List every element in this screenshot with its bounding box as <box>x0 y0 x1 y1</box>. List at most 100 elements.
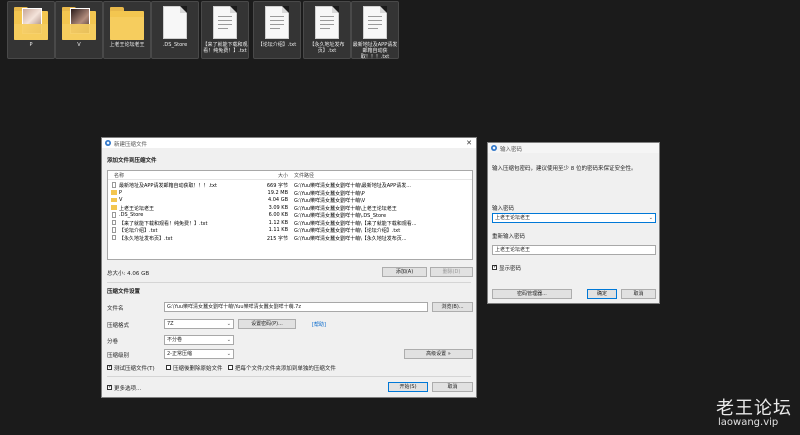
text-file-icon <box>315 6 339 39</box>
file-size: 1.12 KB <box>268 219 288 226</box>
dialog-titlebar: ◆ 输入密码 <box>488 143 659 153</box>
file-list[interactable]: 名称 大小 文件路径 最新地址及APP请发邮箱自动获取！！！.txt 669 字… <box>107 170 473 260</box>
set-password-button[interactable]: 设置密码(P)... <box>238 319 296 329</box>
level-select[interactable]: 2-正常压缩 ⌄ <box>164 349 234 359</box>
file-size: 215 字节 <box>266 235 288 242</box>
file-icon <box>112 234 116 240</box>
chevron-down-icon[interactable]: ⌄ <box>649 214 653 222</box>
total-size: 总大小: 4.06 GB <box>107 271 150 277</box>
desktop-folder-laowang[interactable]: 上老王论坛老王 <box>103 1 151 59</box>
split-value: 不分卷 <box>167 337 183 343</box>
desktop-item-label: 【来了就能下载和观看！纯免费！】.txt <box>202 42 248 54</box>
enter-password-label: 输入密码 <box>492 206 515 212</box>
start-button[interactable]: 开始(S) <box>388 382 428 392</box>
desktop-folder-v[interactable]: V <box>55 1 103 59</box>
format-label: 压缩格式 <box>107 323 130 329</box>
level-value: 2-正常压缩 <box>167 351 192 357</box>
show-password-label: 显示密码 <box>499 266 522 272</box>
file-path: G:\Yuu樂咩清女蠶女劉咩十萌\【永久地址发布页... <box>294 235 407 242</box>
app-icon: ◆ <box>491 145 497 151</box>
app-icon: ◆ <box>105 140 111 146</box>
column-path[interactable]: 文件路径 <box>294 172 314 179</box>
advanced-settings-button[interactable]: 高级设置 » <box>404 349 473 359</box>
desktop-item-label: 上老王论坛老王 <box>109 42 145 48</box>
show-password-checkbox[interactable]: ✓ <box>492 265 497 270</box>
file-name: .DS_Store <box>119 212 144 218</box>
dialog-titlebar: ◆ 新建压缩文件 ✕ <box>102 138 476 148</box>
column-size[interactable]: 大小 <box>278 172 288 179</box>
help-link[interactable]: [帮助] <box>312 321 326 328</box>
split-select[interactable]: 不分卷 ⌄ <box>164 335 234 345</box>
file-size: 4.04 GB <box>267 197 288 203</box>
table-row[interactable]: 上老王论坛老王 3.09 KB G:\Yuu樂咩清女蠶女劉咩十萌\上老王论坛老王 <box>108 204 472 212</box>
table-row[interactable]: 最新地址及APP请发邮箱自动获取！！！.txt 669 字节 G:\Yuu樂咩清… <box>108 181 472 189</box>
table-row[interactable]: .DS_Store 6.00 KB G:\Yuu樂咩清女蠶女劉咩十萌\.DS_S… <box>108 211 472 219</box>
delete-button[interactable]: 删除(D) <box>430 267 473 277</box>
section-add-files: 添加文件到压缩文件 <box>107 158 157 164</box>
table-row[interactable]: P 19.2 MB G:\Yuu樂咩清女蠶女劉咩十萌\P <box>108 189 472 197</box>
table-row[interactable]: V 4.04 GB G:\Yuu樂咩清女蠶女劉咩十萌\V <box>108 196 472 204</box>
dialog-title: 输入密码 <box>500 147 523 153</box>
text-file-icon <box>363 6 387 39</box>
file-list-header: 名称 大小 文件路径 <box>108 171 472 180</box>
table-row[interactable]: 【永久地址发布页】.txt 215 字节 G:\Yuu樂咩清女蠶女劉咩十萌\【永… <box>108 234 472 242</box>
desktop-folder-p[interactable]: P <box>7 1 55 59</box>
desktop-item-label: 【永久地址发布页】.txt <box>309 42 345 54</box>
divider <box>107 376 471 377</box>
level-label: 压缩级别 <box>107 353 130 359</box>
separate-archives-label: 把每个文件/文件夹添加到单独的压缩文件 <box>235 366 336 372</box>
format-value: 7Z <box>167 321 174 327</box>
section-archive-settings: 压缩文件设置 <box>107 289 141 295</box>
delete-source-checkbox[interactable] <box>166 365 171 370</box>
desktop-item-label: P <box>29 42 33 48</box>
password-hint: 输入压缩包密码，建议使用至少 8 位的密码来保证安全性。 <box>492 166 637 172</box>
desktop-file-intro-txt[interactable]: 【论坛介绍】.txt <box>253 1 301 59</box>
reenter-password-input[interactable]: 上老王论坛老王 <box>492 245 656 255</box>
test-archive-label: 测试压缩文件(T) <box>114 366 155 372</box>
text-file-icon <box>265 6 289 39</box>
folder-icon <box>62 7 96 40</box>
reenter-password-label: 重新输入密码 <box>492 234 526 240</box>
file-icon <box>112 227 116 233</box>
file-size: 1.11 KB <box>268 227 288 233</box>
folder-icon <box>111 205 117 210</box>
chevron-down-icon: ⌄ <box>226 321 231 327</box>
column-name[interactable]: 名称 <box>114 172 124 179</box>
desktop-file-download-txt[interactable]: 【来了就能下载和观看！纯免费！】.txt <box>201 1 249 59</box>
desktop-file-latest-txt[interactable]: 最新地址及APP请发邮箱自动获取！！！.txt <box>351 1 399 60</box>
file-name: P <box>119 189 123 196</box>
test-archive-checkbox[interactable]: ✓ <box>107 365 112 370</box>
desktop-file-permanent-txt[interactable]: 【永久地址发布页】.txt <box>303 1 351 59</box>
separate-archives-checkbox[interactable] <box>228 365 233 370</box>
file-name: 【永久地址发布页】.txt <box>119 235 173 242</box>
desktop-item-label: V <box>77 42 81 48</box>
close-icon[interactable]: ✕ <box>466 139 472 147</box>
ok-button[interactable]: 确定 <box>587 289 617 299</box>
desktop-item-label: .DS_Store <box>162 42 188 48</box>
filename-label: 文件名 <box>107 306 124 312</box>
desktop-item-label: 【论坛介绍】.txt <box>257 42 297 48</box>
table-row[interactable]: 【来了就能下载和观看！纯免费！】.txt 1.12 KB G:\Yuu樂咩清女蠶… <box>108 219 472 227</box>
desktop-item-label: 最新地址及APP请发邮箱自动获取！！！.txt <box>352 42 398 60</box>
password-input[interactable]: 上老王论坛老王 ⌄ <box>492 213 656 223</box>
password-manager-button[interactable]: 密码管理器... <box>492 289 572 299</box>
split-label: 分卷 <box>107 339 119 345</box>
text-file-icon <box>213 6 237 39</box>
file-icon <box>112 212 116 218</box>
browse-button[interactable]: 浏览(B)... <box>432 302 473 312</box>
more-options-label: 更多选项... <box>114 386 142 392</box>
desktop-file-ds-store[interactable]: .DS_Store <box>151 1 199 59</box>
new-archive-dialog: ◆ 新建压缩文件 ✕ 添加文件到压缩文件 名称 大小 文件路径 最新地址及APP… <box>101 137 477 398</box>
cancel-button[interactable]: 取消 <box>621 289 656 299</box>
folder-icon <box>111 197 117 202</box>
folder-icon <box>111 190 117 195</box>
more-options-checkbox[interactable]: ✓ <box>107 385 112 390</box>
chevron-down-icon: ⌄ <box>226 337 231 343</box>
add-button[interactable]: 添加(A) <box>382 267 427 277</box>
folder-icon <box>14 7 48 40</box>
table-row[interactable]: 【论坛介绍】.txt 1.11 KB G:\Yuu樂咩清女蠶女劉咩十萌\【论坛介… <box>108 226 472 234</box>
format-select[interactable]: 7Z ⌄ <box>164 319 234 329</box>
divider <box>107 282 471 283</box>
filename-input[interactable]: G:\Yuu樂咩清女蠶女劉咩十萌\Yuu樂咩清女蠶女劉咩十萌.7z <box>164 302 428 312</box>
cancel-button[interactable]: 取消 <box>432 382 473 392</box>
